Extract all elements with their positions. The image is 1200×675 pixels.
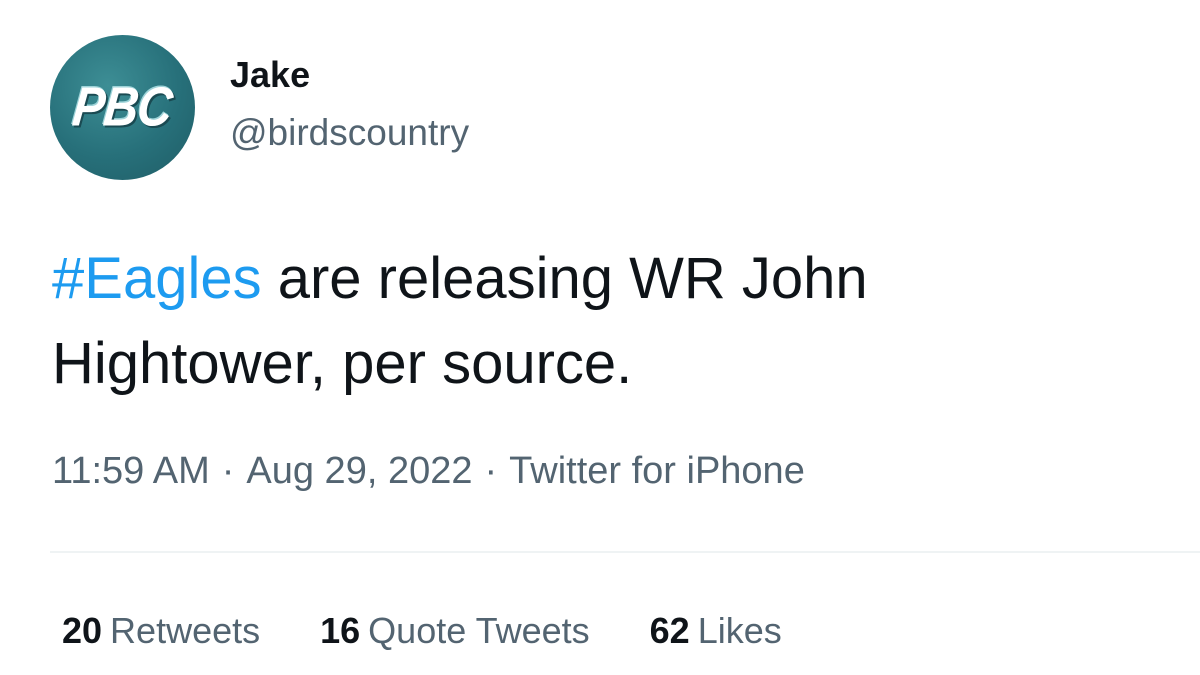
meta-separator: · (484, 450, 498, 492)
tweet-meta: 11:59 AM · Aug 29, 2022 · Twitter for iPhone (52, 450, 805, 493)
quote-tweets-stat[interactable]: 16 Quote Tweets (320, 610, 590, 652)
divider (50, 551, 1200, 553)
tweet-text: #Eagles are releasing WR John Hightower,… (52, 236, 1152, 406)
likes-stat[interactable]: 62 Likes (650, 610, 782, 652)
retweets-label: Retweets (110, 610, 261, 651)
author-display-name[interactable]: Jake (230, 54, 310, 96)
tweet-stats: 20 Retweets 16 Quote Tweets 62 Likes (62, 610, 782, 652)
retweets-count: 20 (62, 610, 103, 651)
tweet-date[interactable]: Aug 29, 2022 (246, 450, 472, 492)
quote-tweets-label: Quote Tweets (368, 610, 590, 651)
tweet-time[interactable]: 11:59 AM (52, 450, 210, 492)
author-handle[interactable]: @birdscountry (230, 112, 469, 154)
quote-tweets-count: 16 (320, 610, 361, 651)
meta-separator: · (221, 450, 235, 492)
tweet-source: Twitter for iPhone (509, 450, 805, 492)
likes-count: 62 (649, 610, 690, 651)
likes-label: Likes (697, 610, 782, 651)
tweet-card: PBC Jake @birdscountry #Eagles are relea… (0, 0, 1200, 675)
retweets-stat[interactable]: 20 Retweets (62, 610, 260, 652)
hashtag-link[interactable]: #Eagles (52, 246, 262, 311)
avatar-logo-text: PBC (70, 77, 175, 138)
avatar[interactable]: PBC (50, 35, 195, 180)
